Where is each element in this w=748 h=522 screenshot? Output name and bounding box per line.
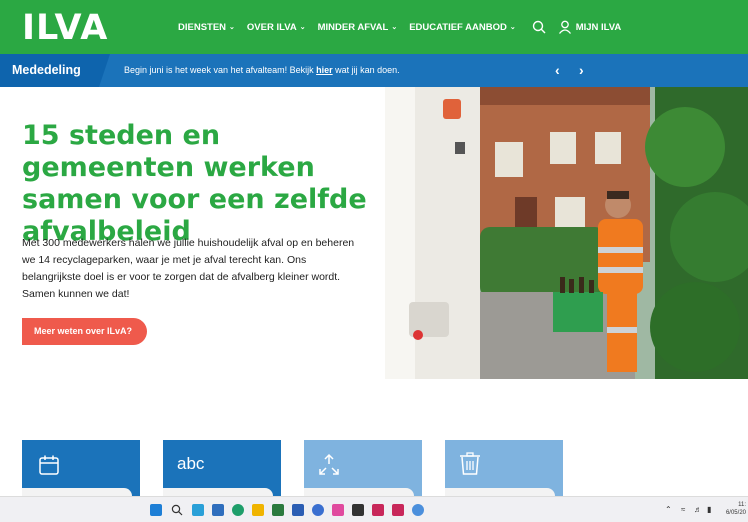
indesign-icon[interactable] [392, 504, 404, 516]
edge-icon[interactable] [232, 504, 244, 516]
chevron-down-icon: ⌄ [299, 24, 306, 31]
wifi-icon[interactable]: ≈ [681, 505, 685, 514]
taskbar-search-icon[interactable] [171, 504, 183, 516]
nav-label: OVER ILVA [246, 21, 297, 33]
previous-arrow-icon[interactable]: ‹ [555, 62, 560, 78]
shield-icon[interactable] [312, 504, 324, 516]
app-icon[interactable] [332, 504, 344, 516]
trash-icon [460, 452, 480, 475]
app-icon[interactable] [212, 504, 224, 516]
app-icon[interactable] [292, 504, 304, 516]
clock-date: 6/05/20 [725, 510, 746, 516]
indesign-icon[interactable] [372, 504, 384, 516]
nav-label: EDUCATIEF AANBOD [409, 21, 507, 33]
nav-over-ilva[interactable]: OVER ILVA ⌄ [247, 22, 306, 33]
account-link[interactable]: MIJN ILVA [558, 20, 622, 34]
announcement-bar: Mededeling Begin juni is het week van he… [0, 54, 748, 87]
taskbar: ⌃ ≈ ♬ ▮ 11: 6/05/20 [0, 496, 748, 522]
app-icon[interactable] [412, 504, 424, 516]
nav-educatief-aanbod[interactable]: EDUCATIEF AANBOD ⌄ [409, 22, 516, 33]
clock[interactable]: 11: 6/05/20 [726, 501, 746, 517]
card-calendar[interactable] [22, 440, 140, 496]
logo[interactable]: ILVA [22, 8, 108, 48]
app-icon[interactable] [192, 504, 204, 516]
nav-diensten[interactable]: DIENSTEN ⌄ [178, 22, 235, 33]
app-icon[interactable] [272, 504, 284, 516]
volume-icon[interactable]: ♬ [694, 505, 702, 514]
calendar-icon [39, 455, 59, 475]
hero-title: 15 steden en gemeenten werken samen voor… [22, 120, 367, 247]
arrows-icon [319, 453, 339, 475]
account-label: MIJN ILVA [575, 21, 622, 33]
page: ILVA DIENSTEN ⌄ OVER ILVA ⌄ MINDER AFVAL ⌄ … [0, 0, 748, 522]
chevron-down-icon: ⌄ [229, 24, 235, 31]
hero-body: Met 300 medewerkers halen we jullie huis… [22, 237, 355, 300]
battery-icon[interactable]: ▮ [707, 505, 711, 514]
chevron-up-icon[interactable]: ⌃ [665, 505, 672, 514]
clock-time: 11: [738, 502, 746, 508]
card-tab [304, 488, 414, 496]
announcement-text: Begin juni is het week van het afvalteam… [124, 65, 400, 75]
user-icon [558, 20, 571, 34]
chevron-down-icon: ⌄ [509, 24, 516, 31]
card-tab [163, 488, 273, 496]
nav-minder-afval[interactable]: MINDER AFVAL ⌄ [318, 22, 398, 33]
card-abc[interactable]: abc [163, 440, 281, 496]
card-tab [445, 488, 555, 496]
nav-label: DIENSTEN [178, 21, 227, 33]
more-info-button[interactable]: Meer weten over ILvA? [22, 318, 147, 345]
card-tab [22, 488, 132, 496]
announcement-link[interactable]: hier [316, 65, 333, 75]
nav-label: MINDER AFVAL [317, 21, 389, 33]
abc-icon: abc [177, 454, 205, 473]
folder-icon[interactable] [252, 504, 264, 516]
app-icon[interactable] [352, 504, 364, 516]
chevron-down-icon: ⌄ [391, 24, 398, 31]
announcement-text-end: wat jij kan doen. [332, 65, 400, 75]
windows-start-icon[interactable] [150, 504, 162, 516]
next-arrow-icon[interactable]: › [579, 62, 584, 78]
announcement-label: Mededeling [0, 54, 110, 87]
site-header: ILVA DIENSTEN ⌄ OVER ILVA ⌄ MINDER AFVAL ⌄ … [0, 0, 748, 54]
card-arrows[interactable] [304, 440, 422, 496]
hero-photo [385, 87, 748, 379]
card-trash[interactable] [445, 440, 563, 496]
announcement-text-start: Begin juni is het week van het afvalteam… [124, 65, 317, 75]
main-nav: DIENSTEN ⌄ OVER ILVA ⌄ MINDER AFVAL ⌄ EDUCA… [178, 20, 621, 34]
search-icon[interactable] [532, 20, 546, 34]
